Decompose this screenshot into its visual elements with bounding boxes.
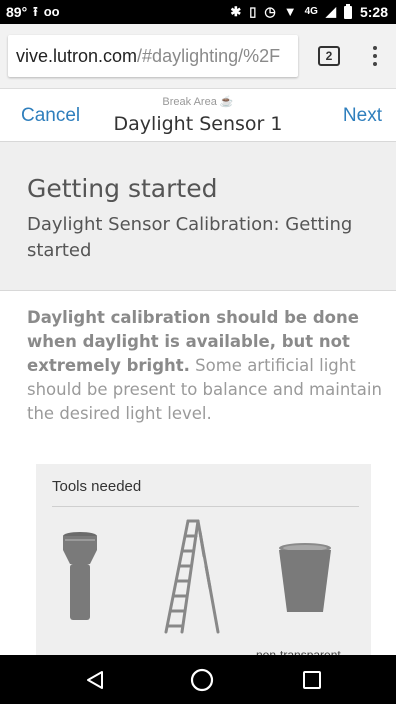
status-temperature: 89°	[6, 4, 28, 20]
tab-switcher-button[interactable]: 2	[318, 46, 340, 66]
section-subtitle: Daylight Sensor Calibration: Getting sta…	[27, 214, 353, 261]
browser-toolbar: vive.lutron.com/#daylighting/%2F 2	[0, 24, 396, 89]
back-icon[interactable]	[86, 670, 104, 690]
area-label: Break Area ☕	[162, 96, 234, 108]
next-button[interactable]: Next	[343, 105, 382, 127]
wifi-icon: ▼	[283, 4, 297, 19]
status-time: 5:28	[359, 4, 388, 20]
ladder-icon	[164, 519, 220, 634]
bluetooth-icon: ✱	[230, 4, 242, 19]
android-nav-bar	[0, 655, 396, 704]
instruction-text: Daylight calibration should be done when…	[27, 306, 382, 426]
vibrate-icon: ▯	[249, 4, 257, 19]
battery-icon	[343, 3, 352, 19]
signal-icon: ◢	[325, 4, 336, 19]
app-header: Cancel Break Area ☕ Daylight Sensor 1 Ne…	[0, 89, 396, 142]
status-bar: 89° ⭱ oo ✱ ▯ ◷ ▼ 4G ◢ 5:28	[0, 0, 396, 24]
cup-icon	[279, 543, 331, 612]
url-path: /#daylighting/%2F	[137, 46, 281, 66]
tools-heading: Tools needed	[52, 478, 142, 495]
section-title: Getting started	[27, 174, 218, 203]
flashlight-icon	[63, 532, 97, 620]
tools-card: Tools needed non-transp	[36, 464, 371, 664]
overflow-menu-icon[interactable]	[370, 44, 380, 68]
voicemail-icon: oo	[43, 4, 60, 19]
url-host: vive.lutron.com	[16, 46, 138, 66]
home-icon[interactable]	[190, 668, 214, 692]
recents-icon[interactable]	[302, 670, 322, 690]
url-field[interactable]: vive.lutron.com/#daylighting/%2F	[8, 35, 298, 77]
section-header: Getting started Daylight Sensor Calibrat…	[0, 142, 396, 291]
divider	[52, 506, 359, 507]
network-type: 4G	[304, 6, 318, 17]
page-title: Daylight Sensor 1	[113, 113, 283, 135]
alarm-icon: ◷	[264, 4, 276, 19]
upload-icon: ⭱	[33, 4, 38, 19]
